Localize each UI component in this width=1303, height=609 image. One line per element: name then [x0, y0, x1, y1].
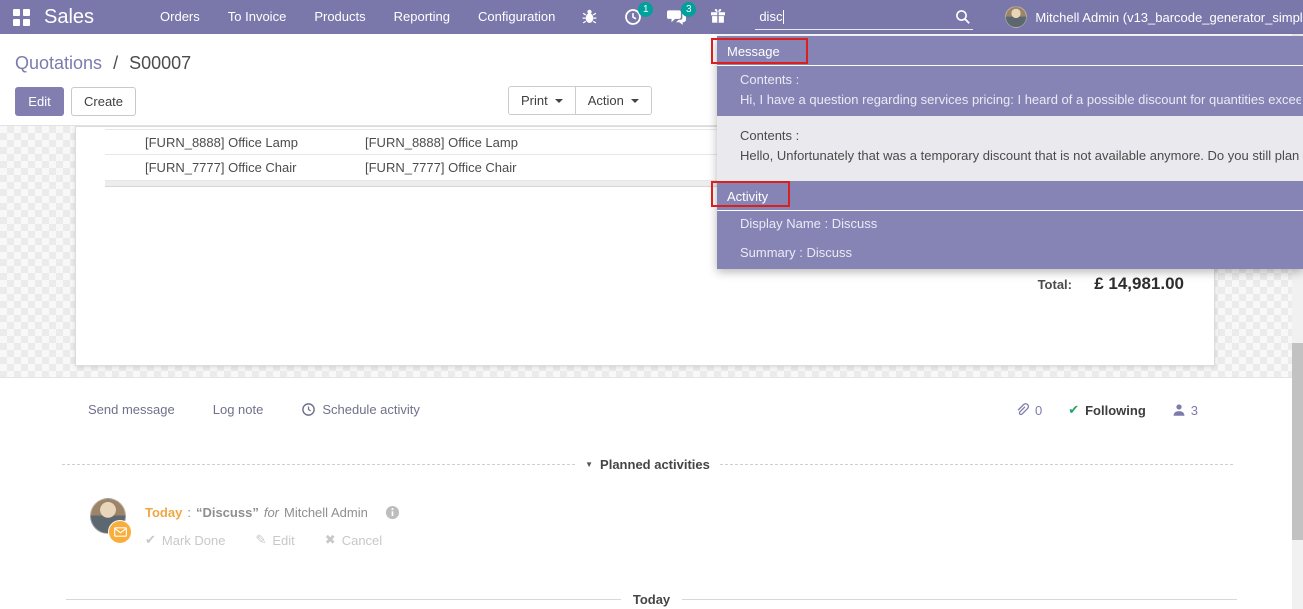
date-divider: Today: [66, 592, 1237, 607]
person-icon: [1172, 403, 1186, 417]
breadcrumb-quotations-link[interactable]: Quotations: [15, 53, 102, 73]
search-icon[interactable]: [955, 9, 971, 30]
followers-button[interactable]: 3: [1172, 403, 1198, 418]
check-icon: ✔: [1068, 402, 1079, 418]
dropdown-group-activity: Activity: [717, 181, 1303, 211]
date-divider-label: Today: [633, 592, 670, 607]
create-button[interactable]: Create: [71, 87, 136, 116]
mark-done-button[interactable]: ✔ Mark Done: [145, 532, 225, 548]
user-menu[interactable]: Mitchell Admin (v13_barcode_generator_si…: [1005, 6, 1303, 28]
nav-menu-reporting[interactable]: Reporting: [380, 0, 464, 34]
row-handle-cell[interactable]: [105, 130, 145, 154]
total-value: £ 14,981.00: [1072, 274, 1184, 294]
gift-icon[interactable]: [710, 8, 729, 27]
messages-chat-icon[interactable]: 3: [667, 8, 686, 27]
caret-down-icon: [555, 99, 563, 103]
email-activity-badge: [108, 520, 132, 544]
search-results-dropdown: Message Contents : Hi, I have a question…: [717, 36, 1303, 269]
edit-button[interactable]: Edit: [15, 87, 64, 116]
apps-grid-icon[interactable]: [13, 9, 30, 26]
x-icon: ✖: [325, 532, 336, 548]
activity-actions: ✔ Mark Done ✎ Edit ✖ Cancel: [145, 532, 382, 548]
search-result-item[interactable]: Summary : Discuss: [717, 240, 1303, 269]
chatter-followers-tools: 0 ✔ Following 3: [1015, 402, 1198, 418]
global-search-input[interactable]: disc: [755, 4, 973, 30]
send-message-button[interactable]: Send message: [88, 402, 175, 417]
action-dropdown-button[interactable]: Action: [575, 86, 652, 115]
planned-activities-divider: ▼ Planned activities: [62, 457, 1233, 472]
messages-count-badge: 3: [681, 2, 696, 17]
caret-down-icon: [631, 99, 639, 103]
print-dropdown-button[interactable]: Print: [508, 86, 576, 115]
nav-menu-configuration[interactable]: Configuration: [464, 0, 569, 34]
attachments-button[interactable]: 0: [1015, 403, 1042, 418]
log-note-button[interactable]: Log note: [213, 402, 264, 417]
envelope-icon: [114, 527, 127, 537]
info-icon[interactable]: [385, 505, 400, 520]
paperclip-icon: [1015, 403, 1030, 418]
planned-activities-toggle[interactable]: ▼ Planned activities: [585, 457, 710, 472]
user-name: Mitchell Admin (v13_barcode_generator_si…: [1035, 10, 1303, 25]
app-name[interactable]: Sales: [44, 6, 94, 29]
follower-count: 3: [1191, 403, 1198, 418]
activities-clock-icon[interactable]: 1: [624, 8, 643, 27]
debug-bug-icon[interactable]: [581, 8, 600, 27]
activities-count-badge: 1: [638, 2, 653, 17]
chatter: Send message Log note Schedule activity …: [0, 377, 1303, 609]
nav-menu-orders[interactable]: Orders: [146, 0, 214, 34]
text-cursor: [783, 10, 784, 24]
dropdown-group-message: Message: [717, 36, 1303, 66]
product-cell[interactable]: [FURN_8888] Office Lamp: [145, 130, 365, 154]
search-result-item[interactable]: Contents : Hi, I have a question regardi…: [717, 66, 1303, 116]
nav-menu-to-invoice[interactable]: To Invoice: [214, 0, 301, 34]
schedule-activity-button[interactable]: Schedule activity: [301, 402, 420, 417]
scrollbar-thumb[interactable]: [1292, 343, 1303, 540]
edit-activity-button[interactable]: ✎ Edit: [255, 532, 294, 548]
total-row: Total: £ 14,981.00: [934, 274, 1184, 294]
breadcrumb: Quotations / S00007: [15, 53, 191, 74]
activity-for: for: [264, 505, 279, 520]
nav-menus: Orders To Invoice Products Reporting Con…: [146, 0, 569, 34]
check-icon: ✔: [145, 532, 156, 548]
search-result-item-highlighted[interactable]: Contents : Hello, Unfortunately that was…: [717, 116, 1303, 181]
chatter-composer-buttons: Send message Log note Schedule activity: [88, 402, 420, 417]
nav-right-cluster: 1 3 disc: [569, 4, 1303, 30]
pencil-icon: ✎: [255, 532, 266, 548]
caret-down-icon: ▼: [585, 460, 593, 469]
breadcrumb-current: S00007: [129, 53, 191, 73]
activity-title: “Discuss”: [196, 505, 259, 520]
print-action-group: Print Action: [508, 86, 652, 115]
activity-due: Today: [145, 505, 182, 520]
search-input-value: disc: [755, 9, 782, 24]
top-navbar: Sales Orders To Invoice Products Reporti…: [0, 0, 1303, 34]
cancel-activity-button[interactable]: ✖ Cancel: [325, 532, 382, 548]
row-handle-cell[interactable]: [105, 155, 145, 180]
following-button[interactable]: ✔ Following: [1068, 402, 1146, 418]
breadcrumb-separator: /: [113, 53, 118, 73]
activity-summary-line: Today : “Discuss” for Mitchell Admin: [145, 505, 400, 520]
nav-menu-products[interactable]: Products: [300, 0, 379, 34]
total-label: Total:: [1038, 277, 1072, 292]
user-avatar: [1005, 6, 1027, 28]
product-cell[interactable]: [FURN_7777] Office Chair: [145, 155, 365, 180]
activity-assignee: Mitchell Admin: [284, 505, 368, 520]
schedule-clock-icon: [301, 402, 316, 417]
search-result-item[interactable]: Display Name : Discuss: [717, 211, 1303, 240]
attachment-count: 0: [1035, 403, 1042, 418]
